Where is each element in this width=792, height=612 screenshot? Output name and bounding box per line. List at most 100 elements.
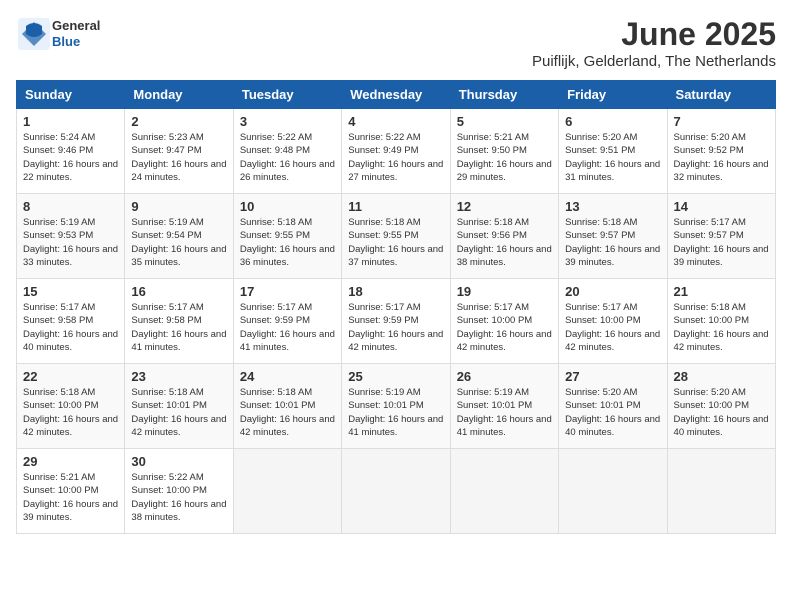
day-info: Sunrise: 5:22 AMSunset: 10:00 PMDaylight… (131, 471, 226, 524)
day-number: 23 (131, 369, 226, 384)
day-number: 21 (674, 284, 769, 299)
day-info: Sunrise: 5:17 AMSunset: 9:59 PMDaylight:… (240, 301, 335, 354)
day-number: 20 (565, 284, 660, 299)
table-row: 13 Sunrise: 5:18 AMSunset: 9:57 PMDaylig… (559, 194, 667, 279)
day-info: Sunrise: 5:17 AMSunset: 9:58 PMDaylight:… (131, 301, 226, 354)
day-info: Sunrise: 5:21 AMSunset: 10:00 PMDaylight… (23, 471, 118, 524)
day-number: 25 (348, 369, 443, 384)
day-number: 11 (348, 199, 443, 214)
col-saturday: Saturday (667, 81, 775, 109)
table-row: 22 Sunrise: 5:18 AMSunset: 10:00 PMDayli… (17, 364, 125, 449)
table-row: 1 Sunrise: 5:24 AMSunset: 9:46 PMDayligh… (17, 109, 125, 194)
day-info: Sunrise: 5:22 AMSunset: 9:48 PMDaylight:… (240, 131, 335, 184)
calendar-week-row: 29 Sunrise: 5:21 AMSunset: 10:00 PMDayli… (17, 449, 776, 534)
table-row: 4 Sunrise: 5:22 AMSunset: 9:49 PMDayligh… (342, 109, 450, 194)
day-number: 1 (23, 114, 118, 129)
day-number: 6 (565, 114, 660, 129)
day-number: 30 (131, 454, 226, 469)
table-row: 5 Sunrise: 5:21 AMSunset: 9:50 PMDayligh… (450, 109, 558, 194)
day-number: 24 (240, 369, 335, 384)
logo-text: General Blue (52, 18, 100, 49)
day-info: Sunrise: 5:17 AMSunset: 10:00 PMDaylight… (565, 301, 660, 354)
table-row: 8 Sunrise: 5:19 AMSunset: 9:53 PMDayligh… (17, 194, 125, 279)
day-number: 9 (131, 199, 226, 214)
table-row (342, 449, 450, 534)
day-info: Sunrise: 5:17 AMSunset: 9:58 PMDaylight:… (23, 301, 118, 354)
day-info: Sunrise: 5:18 AMSunset: 9:56 PMDaylight:… (457, 216, 552, 269)
table-row: 6 Sunrise: 5:20 AMSunset: 9:51 PMDayligh… (559, 109, 667, 194)
calendar-header-row: Sunday Monday Tuesday Wednesday Thursday… (17, 81, 776, 109)
day-info: Sunrise: 5:22 AMSunset: 9:49 PMDaylight:… (348, 131, 443, 184)
day-number: 19 (457, 284, 552, 299)
col-monday: Monday (125, 81, 233, 109)
calendar-table: Sunday Monday Tuesday Wednesday Thursday… (16, 80, 776, 534)
day-number: 4 (348, 114, 443, 129)
day-number: 16 (131, 284, 226, 299)
day-info: Sunrise: 5:18 AMSunset: 9:55 PMDaylight:… (240, 216, 335, 269)
day-info: Sunrise: 5:18 AMSunset: 10:01 PMDaylight… (131, 386, 226, 439)
day-info: Sunrise: 5:19 AMSunset: 10:01 PMDaylight… (457, 386, 552, 439)
table-row: 18 Sunrise: 5:17 AMSunset: 9:59 PMDaylig… (342, 279, 450, 364)
table-row: 15 Sunrise: 5:17 AMSunset: 9:58 PMDaylig… (17, 279, 125, 364)
day-number: 28 (674, 369, 769, 384)
day-number: 2 (131, 114, 226, 129)
day-info: Sunrise: 5:24 AMSunset: 9:46 PMDaylight:… (23, 131, 118, 184)
table-row: 25 Sunrise: 5:19 AMSunset: 10:01 PMDayli… (342, 364, 450, 449)
col-wednesday: Wednesday (342, 81, 450, 109)
table-row: 12 Sunrise: 5:18 AMSunset: 9:56 PMDaylig… (450, 194, 558, 279)
calendar-week-row: 8 Sunrise: 5:19 AMSunset: 9:53 PMDayligh… (17, 194, 776, 279)
table-row: 30 Sunrise: 5:22 AMSunset: 10:00 PMDayli… (125, 449, 233, 534)
table-row (233, 449, 341, 534)
day-number: 22 (23, 369, 118, 384)
day-number: 14 (674, 199, 769, 214)
day-number: 5 (457, 114, 552, 129)
table-row: 14 Sunrise: 5:17 AMSunset: 9:57 PMDaylig… (667, 194, 775, 279)
day-info: Sunrise: 5:18 AMSunset: 9:57 PMDaylight:… (565, 216, 660, 269)
day-info: Sunrise: 5:18 AMSunset: 10:00 PMDaylight… (23, 386, 118, 439)
table-row: 9 Sunrise: 5:19 AMSunset: 9:54 PMDayligh… (125, 194, 233, 279)
calendar-week-row: 1 Sunrise: 5:24 AMSunset: 9:46 PMDayligh… (17, 109, 776, 194)
table-row: 29 Sunrise: 5:21 AMSunset: 10:00 PMDayli… (17, 449, 125, 534)
day-info: Sunrise: 5:17 AMSunset: 10:00 PMDaylight… (457, 301, 552, 354)
logo-general: General (52, 18, 100, 34)
table-row: 7 Sunrise: 5:20 AMSunset: 9:52 PMDayligh… (667, 109, 775, 194)
col-friday: Friday (559, 81, 667, 109)
day-info: Sunrise: 5:20 AMSunset: 10:01 PMDaylight… (565, 386, 660, 439)
day-number: 13 (565, 199, 660, 214)
calendar-week-row: 22 Sunrise: 5:18 AMSunset: 10:00 PMDayli… (17, 364, 776, 449)
day-number: 17 (240, 284, 335, 299)
day-number: 15 (23, 284, 118, 299)
table-row: 24 Sunrise: 5:18 AMSunset: 10:01 PMDayli… (233, 364, 341, 449)
calendar-week-row: 15 Sunrise: 5:17 AMSunset: 9:58 PMDaylig… (17, 279, 776, 364)
table-row: 27 Sunrise: 5:20 AMSunset: 10:01 PMDayli… (559, 364, 667, 449)
day-info: Sunrise: 5:18 AMSunset: 10:01 PMDaylight… (240, 386, 335, 439)
table-row: 19 Sunrise: 5:17 AMSunset: 10:00 PMDayli… (450, 279, 558, 364)
calendar-subtitle: Puiflijk, Gelderland, The Netherlands (532, 53, 776, 70)
day-number: 18 (348, 284, 443, 299)
day-number: 29 (23, 454, 118, 469)
day-info: Sunrise: 5:17 AMSunset: 9:59 PMDaylight:… (348, 301, 443, 354)
day-info: Sunrise: 5:20 AMSunset: 9:51 PMDaylight:… (565, 131, 660, 184)
col-thursday: Thursday (450, 81, 558, 109)
page-header: General Blue June 2025 Puiflijk, Gelderl… (16, 16, 776, 70)
day-info: Sunrise: 5:17 AMSunset: 9:57 PMDaylight:… (674, 216, 769, 269)
table-row (667, 449, 775, 534)
table-row: 20 Sunrise: 5:17 AMSunset: 10:00 PMDayli… (559, 279, 667, 364)
table-row: 16 Sunrise: 5:17 AMSunset: 9:58 PMDaylig… (125, 279, 233, 364)
title-block: June 2025 Puiflijk, Gelderland, The Neth… (532, 16, 776, 70)
day-info: Sunrise: 5:18 AMSunset: 9:55 PMDaylight:… (348, 216, 443, 269)
table-row (450, 449, 558, 534)
day-info: Sunrise: 5:21 AMSunset: 9:50 PMDaylight:… (457, 131, 552, 184)
logo-icon (16, 16, 52, 52)
table-row: 21 Sunrise: 5:18 AMSunset: 10:00 PMDayli… (667, 279, 775, 364)
day-number: 12 (457, 199, 552, 214)
table-row: 28 Sunrise: 5:20 AMSunset: 10:00 PMDayli… (667, 364, 775, 449)
table-row: 3 Sunrise: 5:22 AMSunset: 9:48 PMDayligh… (233, 109, 341, 194)
table-row: 10 Sunrise: 5:18 AMSunset: 9:55 PMDaylig… (233, 194, 341, 279)
day-number: 3 (240, 114, 335, 129)
table-row: 2 Sunrise: 5:23 AMSunset: 9:47 PMDayligh… (125, 109, 233, 194)
day-info: Sunrise: 5:23 AMSunset: 9:47 PMDaylight:… (131, 131, 226, 184)
table-row: 11 Sunrise: 5:18 AMSunset: 9:55 PMDaylig… (342, 194, 450, 279)
day-number: 26 (457, 369, 552, 384)
logo-blue: Blue (52, 34, 100, 50)
